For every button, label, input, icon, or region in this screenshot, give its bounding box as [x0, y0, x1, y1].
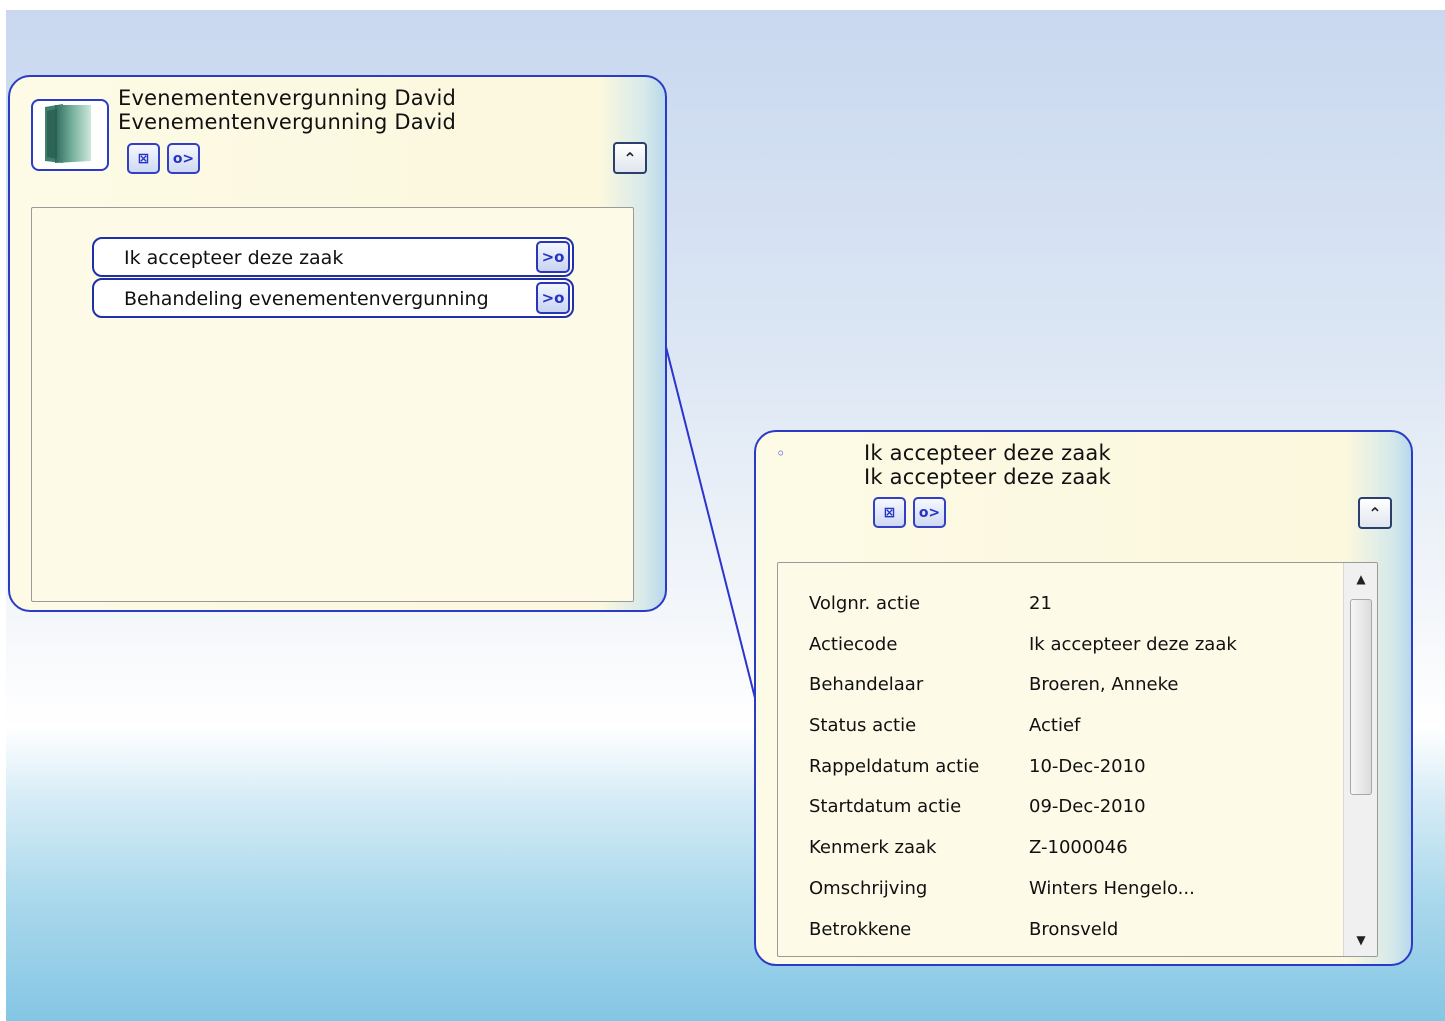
case-collapse-button[interactable]: ⌃: [613, 142, 647, 174]
action-open-button[interactable]: o>: [913, 497, 946, 528]
action-title-line2: Ik accepteer deze zaak: [864, 465, 1111, 489]
scroll-down-button[interactable]: ▼: [1344, 924, 1377, 956]
property-value: Actief: [1029, 715, 1081, 737]
document-folder-icon: [45, 104, 91, 163]
action-item-label: Behandeling evenementenvergunning: [124, 288, 489, 310]
property-key: Omschrijving: [809, 877, 928, 899]
action-focus-button[interactable]: ⊠: [873, 497, 906, 528]
case-actions-panel: Ik accepteer deze zaak >o Behandeling ev…: [31, 207, 634, 602]
action-collapse-button[interactable]: ⌃: [1358, 497, 1392, 529]
action-properties-panel: Volgnr. actie 21 Actiecode Ik accepteer …: [777, 562, 1378, 957]
property-key: Kenmerk zaak: [809, 837, 937, 859]
property-key: Status actie: [809, 715, 917, 737]
property-value: Broeren, Anneke: [1029, 674, 1179, 696]
case-title-line2: Evenementenvergunning David: [118, 110, 457, 134]
property-value: 09-Dec-2010: [1029, 796, 1146, 818]
property-value: Ik accepteer deze zaak: [1029, 633, 1237, 655]
action-node[interactable]: ◦ Ik accepteer deze zaak Ik accepteer de…: [754, 430, 1413, 966]
case-title-line1: Evenementenvergunning David: [118, 86, 457, 110]
action-title-line1: Ik accepteer deze zaak: [864, 441, 1111, 465]
action-item-label: Ik accepteer deze zaak: [124, 247, 344, 269]
case-document-icon-box: [31, 99, 109, 171]
property-key: Betrokkene: [809, 918, 912, 940]
property-value: Winters Hengelo...: [1029, 877, 1195, 899]
go-to-action-button[interactable]: >o: [536, 282, 570, 314]
action-item-accept[interactable]: Ik accepteer deze zaak >o: [92, 237, 574, 277]
go-arrow-icon: >o: [541, 289, 565, 307]
property-key: Volgnr. actie: [809, 593, 921, 614]
case-node[interactable]: Evenementenvergunning David Evenementenv…: [8, 75, 667, 612]
scroll-thumb[interactable]: [1350, 599, 1372, 795]
node-bullet-icon: ◦: [776, 444, 786, 463]
open-link-icon: o>: [172, 150, 195, 167]
property-value: Z-1000046: [1029, 837, 1128, 859]
arrow-up-icon: ▲: [1356, 572, 1366, 586]
go-to-action-button[interactable]: >o: [536, 241, 570, 273]
open-link-icon: o>: [918, 504, 941, 521]
properties-scrollbar[interactable]: ▲ ▼: [1343, 563, 1377, 956]
double-chevron-up-icon: ⌃: [623, 148, 637, 168]
property-key: Behandelaar: [809, 674, 924, 696]
workflow-canvas: Evenementenvergunning David Evenementenv…: [6, 10, 1445, 1021]
action-item-behandeling[interactable]: Behandeling evenementenvergunning >o: [92, 278, 574, 318]
property-key: Actiecode: [809, 633, 898, 655]
property-value: 10-Dec-2010: [1029, 755, 1146, 777]
focus-icon: ⊠: [137, 150, 150, 167]
go-arrow-icon: >o: [541, 248, 565, 266]
scroll-up-button[interactable]: ▲: [1344, 563, 1377, 595]
property-key: Rappeldatum actie: [809, 755, 980, 777]
property-value: 21: [1029, 593, 1052, 614]
property-key: Startdatum actie: [809, 796, 962, 818]
arrow-down-icon: ▼: [1356, 933, 1366, 947]
double-chevron-up-icon: ⌃: [1368, 503, 1382, 523]
property-value: Bronsveld: [1029, 918, 1119, 940]
case-open-button[interactable]: o>: [167, 143, 200, 174]
focus-icon: ⊠: [883, 504, 896, 521]
case-focus-button[interactable]: ⊠: [127, 143, 160, 174]
